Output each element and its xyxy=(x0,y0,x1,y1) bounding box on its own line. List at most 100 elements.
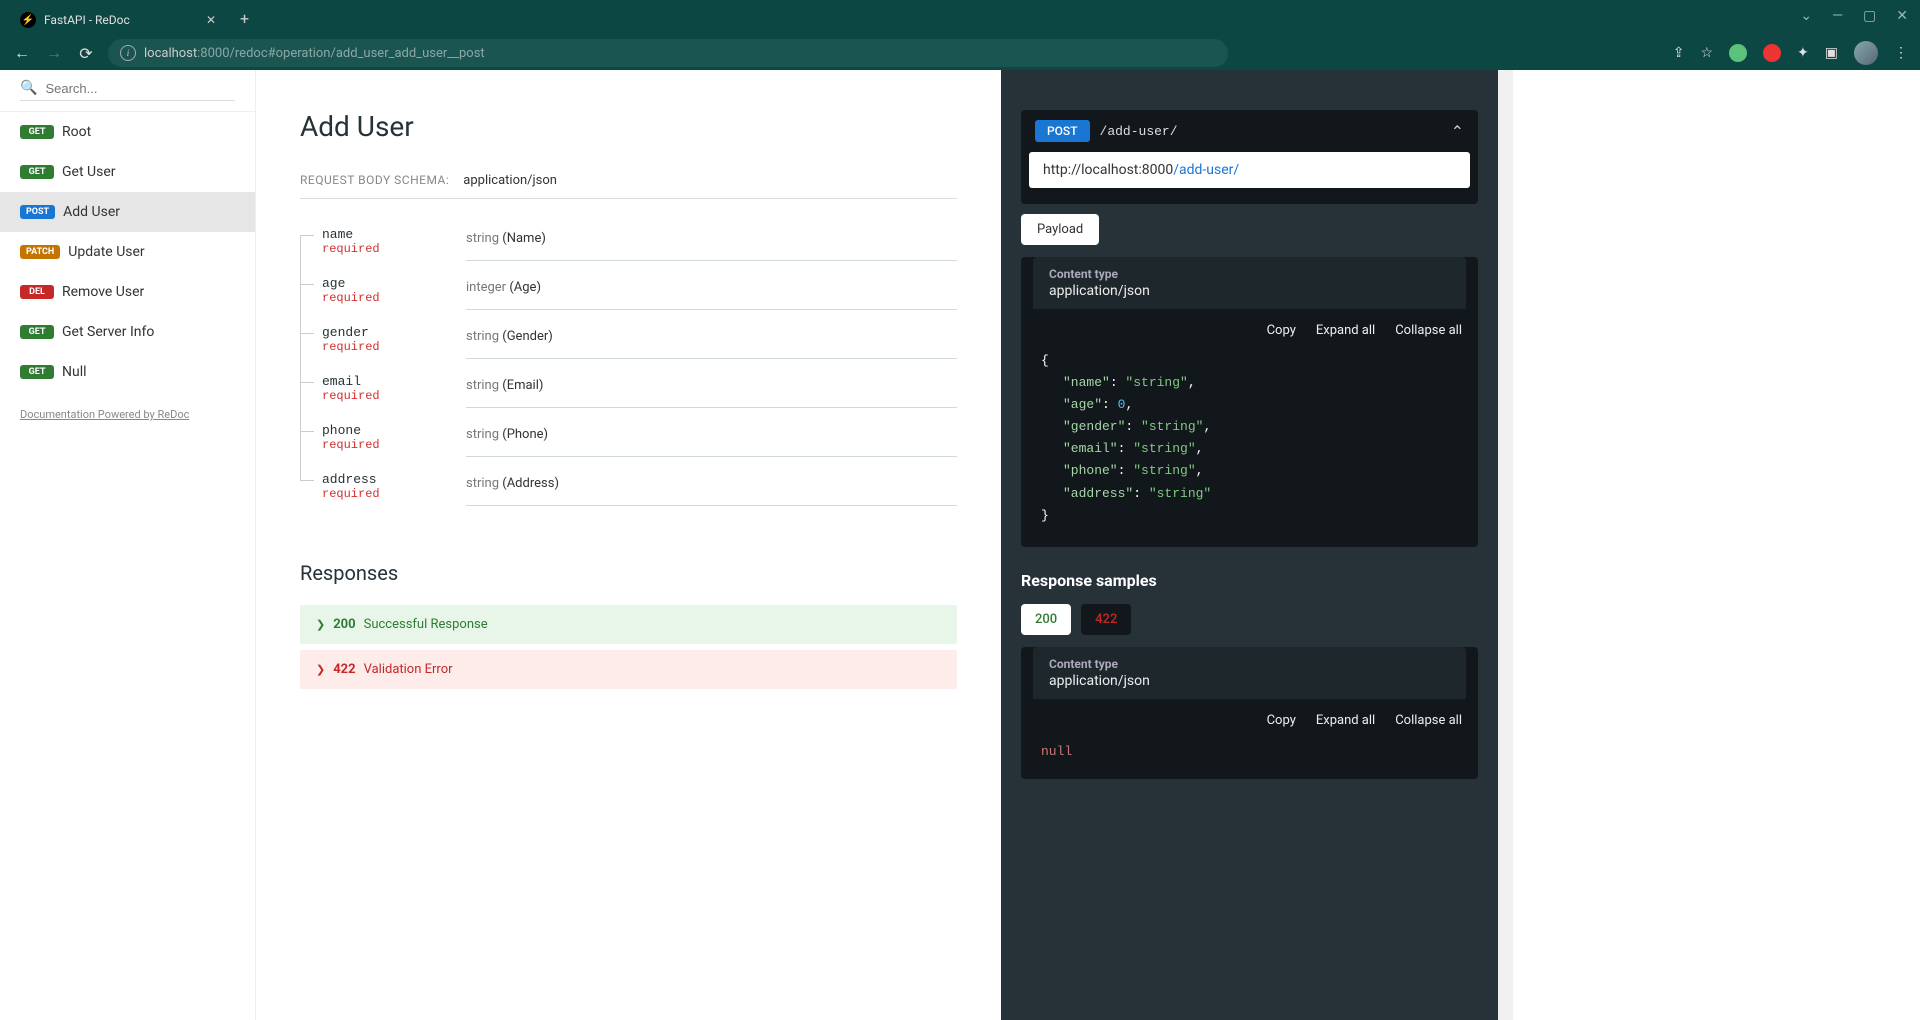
json-line: "name": "string", xyxy=(1041,372,1458,394)
sample-tab-200[interactable]: 200 xyxy=(1021,604,1071,635)
url-port: :8000 xyxy=(197,46,229,61)
property-type: string (Name) xyxy=(466,217,957,261)
property-name: phone xyxy=(322,423,466,438)
response-code: 200 xyxy=(333,617,355,632)
copy-button[interactable]: Copy xyxy=(1267,323,1296,338)
scrollbar[interactable] xyxy=(1498,70,1513,1020)
share-icon[interactable]: ⇪ xyxy=(1673,45,1685,61)
property-type: string (Phone) xyxy=(466,413,957,457)
property-name: name xyxy=(322,227,466,242)
chevron-down-icon[interactable]: ⌄ xyxy=(1800,8,1812,24)
sample-tab-422[interactable]: 422 xyxy=(1081,604,1131,635)
extension-icon[interactable] xyxy=(1729,44,1747,62)
method-badge: GET xyxy=(20,125,54,139)
endpoint-url[interactable]: http://localhost:8000/add-user/ xyxy=(1029,152,1470,188)
search-icon: 🔍 xyxy=(20,80,37,96)
required-label: required xyxy=(322,438,466,452)
null-response-body: null xyxy=(1021,732,1478,779)
schema-row: phone required string (Phone) xyxy=(300,413,957,462)
sidebar-item-label: Add User xyxy=(63,204,120,220)
method-badge: PATCH xyxy=(20,245,60,259)
sidebar-item-null[interactable]: GETNull xyxy=(0,352,255,392)
extensions-icon[interactable]: ✦ xyxy=(1797,45,1809,61)
schema-content-type: application/json xyxy=(463,173,557,188)
property-name: address xyxy=(322,472,466,487)
property-name: age xyxy=(322,276,466,291)
maximize-icon[interactable]: ▢ xyxy=(1863,8,1876,24)
sidepanel-icon[interactable]: ▣ xyxy=(1825,45,1838,61)
expand-all-button[interactable]: Expand all xyxy=(1316,713,1375,728)
reload-button[interactable]: ⟳ xyxy=(76,44,96,63)
content-type-value: application/json xyxy=(1049,673,1450,689)
required-label: required xyxy=(322,340,466,354)
chevron-right-icon: ❯ xyxy=(316,618,325,631)
sidebar-item-root[interactable]: GET Root xyxy=(0,112,255,152)
sidebar-item-label: Get Server Info xyxy=(62,324,154,340)
endpoint-path: /add-user/ xyxy=(1100,124,1178,139)
browser-chrome: ⚡ FastAPI - ReDoc ✕ + ⌄ — ▢ ✕ ← → ⟳ i lo… xyxy=(0,0,1920,70)
property-type: string (Address) xyxy=(466,462,957,506)
doc-footer-link[interactable]: Documentation Powered by ReDoc xyxy=(0,392,255,437)
property-type: string (Gender) xyxy=(466,315,957,359)
sidebar-item-label: Remove User xyxy=(62,284,144,300)
minimize-icon[interactable]: — xyxy=(1832,8,1843,24)
schema-row: name required string (Name) xyxy=(300,217,957,266)
browser-tab[interactable]: ⚡ FastAPI - ReDoc ✕ xyxy=(8,4,228,36)
schema-row: age required integer (Age) xyxy=(300,266,957,315)
response-422[interactable]: ❯ 422 Validation Error xyxy=(300,650,957,689)
json-line: "address": "string" xyxy=(1041,483,1458,505)
method-badge: GET xyxy=(20,365,54,379)
payload-tab[interactable]: Payload xyxy=(1021,214,1099,245)
property-type: string (Email) xyxy=(466,364,957,408)
method-badge: POST xyxy=(20,205,55,219)
sidebar-item-label: Root xyxy=(62,124,91,140)
main-content: Add User REQUEST BODY SCHEMA: applicatio… xyxy=(256,70,1001,1020)
sidebar-item-label: Get User xyxy=(62,164,115,180)
json-line: "email": "string", xyxy=(1041,438,1458,460)
back-button[interactable]: ← xyxy=(12,43,32,63)
property-name: gender xyxy=(322,325,466,340)
address-bar[interactable]: i localhost:8000/redoc#operation/add_use… xyxy=(108,39,1228,67)
json-line: "gender": "string", xyxy=(1041,416,1458,438)
expand-all-button[interactable]: Expand all xyxy=(1316,323,1375,338)
forward-button[interactable]: → xyxy=(44,43,64,63)
bookmark-icon[interactable]: ☆ xyxy=(1700,45,1713,61)
property-name: email xyxy=(322,374,466,389)
method-badge: DEL xyxy=(20,285,54,299)
method-badge: GET xyxy=(20,325,54,339)
method-badge: POST xyxy=(1035,120,1090,142)
endpoint-header[interactable]: POST /add-user/ ⌃ xyxy=(1021,110,1478,152)
profile-avatar[interactable] xyxy=(1854,41,1878,65)
tab-title: FastAPI - ReDoc xyxy=(44,13,130,27)
url-path: /redoc#operation/add_user_add_user__post xyxy=(230,46,485,61)
sidebar-item-add-user[interactable]: POST Add User xyxy=(0,192,255,232)
required-label: required xyxy=(322,242,466,256)
close-tab-icon[interactable]: ✕ xyxy=(206,13,216,27)
schema-row: email required string (Email) xyxy=(300,364,957,413)
close-window-icon[interactable]: ✕ xyxy=(1896,8,1908,24)
menu-icon[interactable]: ⋮ xyxy=(1894,45,1908,61)
extension-icon[interactable] xyxy=(1763,44,1781,62)
json-line: "phone": "string", xyxy=(1041,460,1458,482)
sidebar-item-remove-user[interactable]: DEL Remove User xyxy=(0,272,255,312)
sidebar-item-update-user[interactable]: PATCH Update User xyxy=(0,232,255,272)
content-type-label: Content type xyxy=(1049,657,1450,671)
sidebar-item-label: Update User xyxy=(68,244,144,260)
response-desc: Validation Error xyxy=(364,662,453,677)
new-tab-button[interactable]: + xyxy=(228,1,261,36)
response-samples-heading: Response samples xyxy=(1021,571,1478,590)
favicon-icon: ⚡ xyxy=(20,12,36,28)
search-input[interactable] xyxy=(45,81,235,96)
sidebar-item-get-user[interactable]: GETGet User xyxy=(0,152,255,192)
responses-heading: Responses xyxy=(300,561,957,585)
samples-panel: POST /add-user/ ⌃ http://localhost:8000/… xyxy=(1001,70,1498,1020)
site-info-icon[interactable]: i xyxy=(120,45,136,61)
content-type-label: Content type xyxy=(1049,267,1450,281)
json-sample: { "name": "string","age": 0,"gender": "s… xyxy=(1021,342,1478,547)
sidebar-item-get-server-info[interactable]: GET Get Server Info xyxy=(0,312,255,352)
collapse-all-button[interactable]: Collapse all xyxy=(1395,323,1462,338)
response-200[interactable]: ❯ 200 Successful Response xyxy=(300,605,957,644)
collapse-all-button[interactable]: Collapse all xyxy=(1395,713,1462,728)
copy-button[interactable]: Copy xyxy=(1267,713,1296,728)
required-label: required xyxy=(322,487,466,501)
